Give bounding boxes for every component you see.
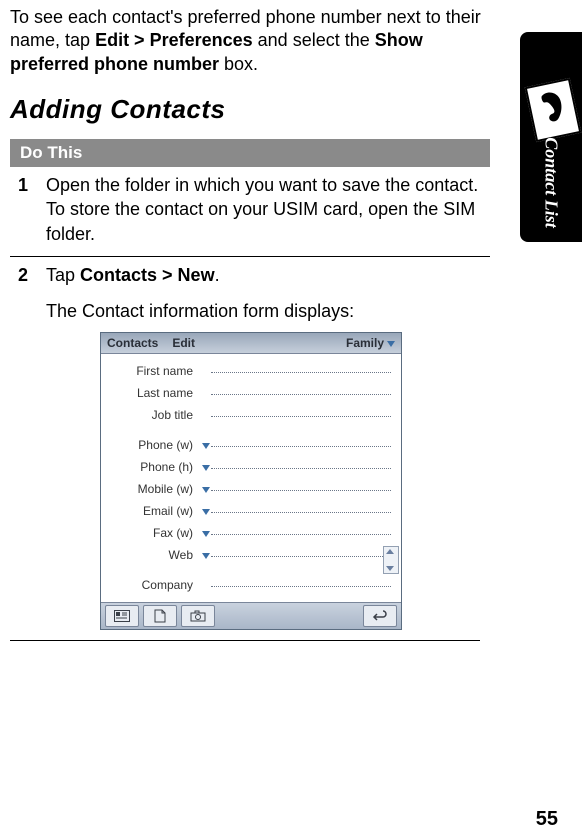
field-row: First name: [105, 360, 399, 382]
field-input[interactable]: [211, 554, 391, 557]
field-row: Email (w): [105, 500, 399, 522]
field-input[interactable]: [211, 370, 391, 373]
field-type-dropdown[interactable]: [197, 504, 211, 518]
phone-toolbar: [101, 602, 401, 629]
field-label: Web: [105, 548, 197, 562]
field-type-dropdown[interactable]: [197, 526, 211, 540]
intro-mid: and select the: [253, 30, 375, 50]
field-label: Phone (w): [105, 438, 197, 452]
field-label: Fax (w): [105, 526, 197, 540]
menu-category[interactable]: Family: [346, 336, 395, 350]
field-label: First name: [105, 364, 197, 378]
step-2-bold: Contacts > New: [80, 265, 215, 285]
contact-form-screenshot: Contacts Edit Family First name Last name…: [100, 332, 402, 630]
section-title: Adding Contacts: [10, 94, 490, 125]
field-input[interactable]: [211, 444, 391, 447]
field-type-dropdown[interactable]: [197, 482, 211, 496]
phone-book-icon: [525, 78, 582, 142]
step-2-number: 2: [18, 263, 46, 287]
step-1-text: Open the folder in which you want to sav…: [46, 173, 482, 246]
field-input[interactable]: [211, 488, 391, 491]
side-tab-label: Contact List: [541, 137, 562, 228]
intro-bold-1: Edit > Preferences: [95, 30, 253, 50]
field-input[interactable]: [211, 584, 391, 587]
field-input[interactable]: [211, 414, 391, 417]
field-type-dropdown[interactable]: [197, 460, 211, 474]
field-input[interactable]: [211, 392, 391, 395]
chevron-down-icon: [202, 553, 210, 559]
toolbar-camera-button[interactable]: [181, 605, 215, 627]
field-row: Fax (w): [105, 522, 399, 544]
field-row: Phone (w): [105, 434, 399, 456]
field-input[interactable]: [211, 510, 391, 513]
field-label: Company: [105, 578, 197, 592]
step-2-caption: The Contact information form displays:: [46, 301, 490, 322]
menu-category-label: Family: [346, 336, 384, 350]
field-row: Phone (h): [105, 456, 399, 478]
chevron-down-icon: [202, 465, 210, 471]
chevron-down-icon: [202, 443, 210, 449]
side-tab: Contact List: [520, 32, 582, 242]
toolbar-back-button[interactable]: [363, 605, 397, 627]
field-label: Email (w): [105, 504, 197, 518]
chevron-down-icon: [202, 531, 210, 537]
menu-edit[interactable]: Edit: [172, 336, 195, 350]
menu-contacts[interactable]: Contacts: [107, 336, 158, 350]
chevron-down-icon: [387, 341, 395, 347]
phone-titlebar: Contacts Edit Family: [101, 333, 401, 354]
scroll-indicator[interactable]: [383, 546, 399, 574]
chevron-down-icon: [202, 509, 210, 515]
field-row: Company: [105, 574, 399, 596]
field-row: Mobile (w): [105, 478, 399, 500]
step-2: 2 Tap Contacts > New.: [10, 257, 490, 297]
field-type-dropdown[interactable]: [197, 548, 211, 562]
step-2-pre: Tap: [46, 265, 80, 285]
field-input[interactable]: [211, 466, 391, 469]
step-1: 1 Open the folder in which you want to s…: [10, 167, 490, 256]
step-2-text: Tap Contacts > New.: [46, 263, 482, 287]
field-row: Job title: [105, 404, 399, 426]
intro-post: box.: [219, 54, 258, 74]
field-input[interactable]: [211, 532, 391, 535]
page-number: 55: [536, 808, 558, 831]
step-2-post: .: [215, 265, 220, 285]
field-row: Last name: [105, 382, 399, 404]
phone-body: First name Last name Job title Phone (w) Pho…: [101, 354, 401, 602]
field-label: Job title: [105, 408, 197, 422]
field-label: Mobile (w): [105, 482, 197, 496]
field-label: Phone (h): [105, 460, 197, 474]
field-row: Web: [105, 544, 399, 566]
toolbar-note-button[interactable]: [143, 605, 177, 627]
field-type-dropdown[interactable]: [197, 438, 211, 452]
intro-paragraph: To see each contact's preferred phone nu…: [10, 6, 490, 76]
section-end-divider: [10, 640, 480, 641]
toolbar-card-button[interactable]: [105, 605, 139, 627]
chevron-down-icon: [202, 487, 210, 493]
do-this-header: Do This: [10, 139, 490, 167]
step-1-number: 1: [18, 173, 46, 246]
field-label: Last name: [105, 386, 197, 400]
